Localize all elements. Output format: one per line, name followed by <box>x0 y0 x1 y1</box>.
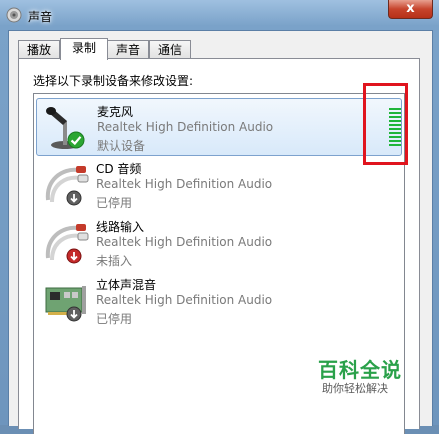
device-description: Realtek High Definition Audio <box>97 120 274 134</box>
device-item-stereo-mix[interactable]: 立体声混音 Realtek High Definition Audio 已停用 <box>36 272 402 330</box>
disabled-arrow-icon <box>66 306 82 322</box>
device-status: 已停用 <box>96 196 133 210</box>
tab-sounds[interactable]: 声音 <box>107 40 149 59</box>
tab-recording[interactable]: 录制 <box>60 38 108 60</box>
title-bar[interactable]: 声音 x <box>0 0 439 30</box>
device-name: CD 音频 <box>96 162 142 176</box>
device-item-microphone[interactable]: 麦克风 Realtek High Definition Audio 默认设备 <box>36 98 402 156</box>
disabled-arrow-icon <box>66 190 82 206</box>
close-icon: x <box>406 1 415 16</box>
instruction-text: 选择以下录制设备来修改设置: <box>33 74 194 88</box>
device-name: 立体声混音 <box>96 278 157 292</box>
device-status: 已停用 <box>96 312 133 326</box>
device-description: Realtek High Definition Audio <box>96 235 273 249</box>
default-check-icon <box>67 131 85 149</box>
speaker-icon <box>6 7 22 23</box>
watermark-title: 百科全说 <box>318 358 402 382</box>
device-name: 麦克风 <box>97 105 134 119</box>
device-name: 线路输入 <box>96 220 145 234</box>
tab-playback[interactable]: 播放 <box>18 40 60 59</box>
tab-communications[interactable]: 通信 <box>149 40 191 59</box>
device-status: 未插入 <box>96 254 133 268</box>
device-item-line-in[interactable]: 线路输入 Realtek High Definition Audio 未插入 <box>36 214 402 272</box>
device-description: Realtek High Definition Audio <box>96 177 273 191</box>
unplugged-arrow-icon <box>66 248 82 264</box>
device-description: Realtek High Definition Audio <box>96 293 273 307</box>
close-button[interactable]: x <box>388 0 433 19</box>
window-title: 声音 <box>28 10 53 24</box>
device-item-cd-audio[interactable]: CD 音频 Realtek High Definition Audio 已停用 <box>36 156 402 214</box>
level-meter-highlight <box>363 83 408 165</box>
device-status: 默认设备 <box>97 139 146 153</box>
watermark-subtitle: 助你轻松解决 <box>322 382 388 395</box>
